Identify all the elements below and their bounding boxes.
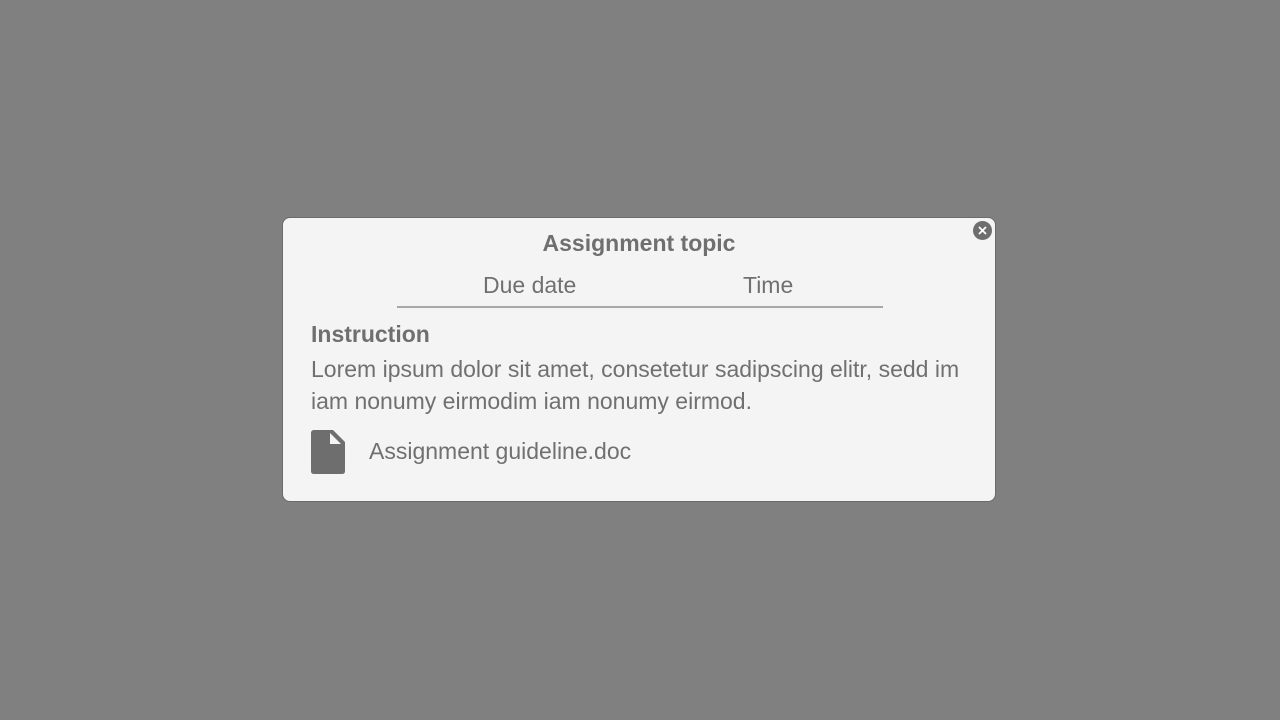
time-label: Time [743, 272, 794, 298]
instruction-heading: Instruction [311, 321, 430, 347]
assignment-dialog: Assignment topic Due date Time Instructi… [282, 217, 996, 502]
dialog-title: Assignment topic [542, 230, 736, 256]
due-date-label: Due date [483, 272, 577, 298]
due-date-time-row: Due date Time [397, 270, 883, 308]
instruction-text: Lorem ipsum dolor sit amet, consetetur s… [311, 356, 960, 414]
attachment-file-name: Assignment guideline.doc [369, 438, 632, 464]
file-icon [311, 430, 345, 474]
